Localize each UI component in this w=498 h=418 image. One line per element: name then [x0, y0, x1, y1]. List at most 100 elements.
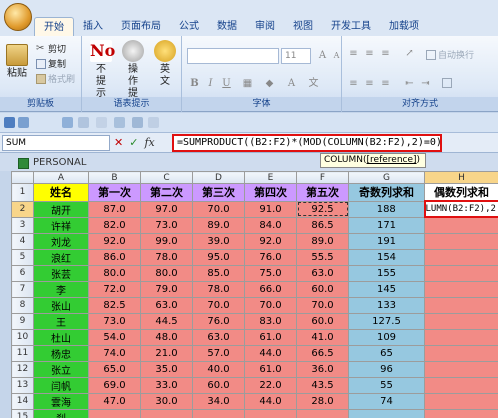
odd-sum-cell[interactable]: 191: [348, 232, 425, 250]
score-cell[interactable]: 97.0: [140, 200, 193, 218]
score-cell[interactable]: 69.0: [88, 376, 141, 394]
format-painter-button[interactable]: 格式刷: [36, 72, 75, 85]
redo-icon[interactable]: [96, 117, 107, 128]
tab-formulas[interactable]: 公式: [170, 17, 208, 36]
even-sum-cell[interactable]: LUMN(B2:F2),2: [423, 200, 498, 218]
orientation-icon[interactable]: ↗: [402, 46, 417, 61]
underline-button[interactable]: U: [219, 76, 234, 91]
odd-sum-cell[interactable]: 96: [348, 360, 425, 378]
score-cell[interactable]: 66.5: [296, 344, 349, 362]
score-cell[interactable]: 89.0: [296, 232, 349, 250]
score-cell[interactable]: 84.0: [244, 216, 297, 234]
enter-icon[interactable]: ✓: [129, 135, 138, 151]
score-cell[interactable]: 33.0: [140, 376, 193, 394]
save-icon[interactable]: [4, 117, 15, 128]
odd-sum-cell[interactable]: 188: [348, 200, 425, 218]
name-cell[interactable]: 张立: [33, 360, 89, 378]
row-header[interactable]: 1: [11, 183, 34, 202]
even-sum-cell[interactable]: [424, 376, 498, 394]
name-cell[interactable]: 李: [33, 280, 89, 298]
phonetic-icon[interactable]: 文: [306, 76, 321, 91]
score-cell[interactable]: 61.0: [244, 360, 297, 378]
score-cell[interactable]: 72.0: [88, 280, 141, 298]
score-cell[interactable]: 70.0: [192, 296, 245, 314]
no-prompt-button[interactable]: No 不提示: [88, 40, 115, 100]
score-cell[interactable]: 76.0: [244, 248, 297, 266]
align-top-icon[interactable]: ≡: [346, 46, 361, 61]
score-cell[interactable]: 76.0: [192, 312, 245, 330]
score-cell[interactable]: 73.0: [88, 312, 141, 330]
score-cell[interactable]: 89.0: [192, 216, 245, 234]
header-cell[interactable]: 第三次: [192, 183, 245, 202]
score-cell[interactable]: 35.0: [140, 360, 193, 378]
score-cell[interactable]: 39.0: [192, 232, 245, 250]
tab-home[interactable]: 开始: [34, 17, 74, 36]
name-cell[interactable]: 王: [33, 312, 89, 330]
odd-sum-cell[interactable]: 155: [348, 264, 425, 282]
score-cell[interactable]: 86.0: [88, 248, 141, 266]
score-cell[interactable]: [244, 408, 297, 418]
row-header[interactable]: 11: [11, 344, 34, 362]
score-cell[interactable]: 70.0: [244, 296, 297, 314]
cancel-icon[interactable]: ✕: [114, 135, 123, 151]
font-color-icon[interactable]: A: [284, 76, 299, 91]
name-cell[interactable]: 雲海: [33, 392, 89, 410]
tab-addins[interactable]: 加载项: [380, 17, 428, 36]
even-sum-cell[interactable]: [424, 312, 498, 330]
odd-sum-cell[interactable]: [348, 408, 425, 418]
tab-data[interactable]: 数据: [208, 17, 246, 36]
name-cell[interactable]: 张芸: [33, 264, 89, 282]
row-header[interactable]: 15: [11, 408, 34, 418]
even-sum-cell[interactable]: [424, 360, 498, 378]
bold-button[interactable]: B: [187, 76, 202, 91]
customize-icon[interactable]: [148, 117, 159, 128]
english-button[interactable]: 英文: [152, 40, 178, 88]
score-cell[interactable]: 34.0: [192, 392, 245, 410]
header-cell[interactable]: 第一次: [88, 183, 141, 202]
align-right-icon[interactable]: ≡: [378, 76, 393, 91]
header-cell[interactable]: 第二次: [140, 183, 193, 202]
print-icon[interactable]: [62, 117, 73, 128]
preview-icon[interactable]: [78, 117, 89, 128]
score-cell[interactable]: 60.0: [296, 280, 349, 298]
even-sum-cell[interactable]: [424, 344, 498, 362]
italic-button[interactable]: I: [203, 76, 218, 91]
column-header-f[interactable]: F: [296, 171, 349, 184]
score-cell[interactable]: 54.0: [88, 328, 141, 346]
score-cell[interactable]: [140, 408, 193, 418]
score-cell[interactable]: 74.0: [88, 344, 141, 362]
score-cell[interactable]: 44.0: [244, 392, 297, 410]
score-cell[interactable]: 87.0: [88, 200, 141, 218]
score-cell[interactable]: 44.0: [244, 344, 297, 362]
insert-function-icon[interactable]: fx: [144, 135, 154, 151]
score-cell[interactable]: 92.5: [296, 200, 349, 218]
row-header[interactable]: 13: [11, 376, 34, 394]
row-header[interactable]: 14: [11, 392, 34, 410]
score-cell[interactable]: 78.0: [192, 280, 245, 298]
font-size-dropdown[interactable]: 11: [281, 48, 311, 64]
odd-sum-cell[interactable]: 65: [348, 344, 425, 362]
row-header[interactable]: 6: [11, 264, 34, 282]
score-cell[interactable]: [88, 408, 141, 418]
odd-sum-cell[interactable]: 171: [348, 216, 425, 234]
fill-color-icon[interactable]: ◆: [262, 76, 277, 91]
score-cell[interactable]: 82.5: [88, 296, 141, 314]
score-cell[interactable]: 63.0: [140, 296, 193, 314]
odd-sum-cell[interactable]: 74: [348, 392, 425, 410]
row-header[interactable]: 9: [11, 312, 34, 330]
odd-sum-cell[interactable]: 127.5: [348, 312, 425, 330]
even-sum-cell[interactable]: [424, 280, 498, 298]
score-cell[interactable]: 78.0: [140, 248, 193, 266]
score-cell[interactable]: 47.0: [88, 392, 141, 410]
even-sum-cell[interactable]: [424, 232, 498, 250]
undo-icon[interactable]: [18, 117, 29, 128]
header-cell[interactable]: 奇数列求和: [348, 183, 425, 202]
score-cell[interactable]: 57.0: [192, 344, 245, 362]
align-middle-icon[interactable]: ≡: [362, 46, 377, 61]
odd-sum-cell[interactable]: 154: [348, 248, 425, 266]
tab-page-layout[interactable]: 页面布局: [112, 17, 170, 36]
header-cell[interactable]: 偶数列求和: [424, 183, 498, 202]
row-header[interactable]: 7: [11, 280, 34, 298]
sort-icon[interactable]: [114, 117, 125, 128]
header-cell[interactable]: 第五次: [296, 183, 349, 202]
